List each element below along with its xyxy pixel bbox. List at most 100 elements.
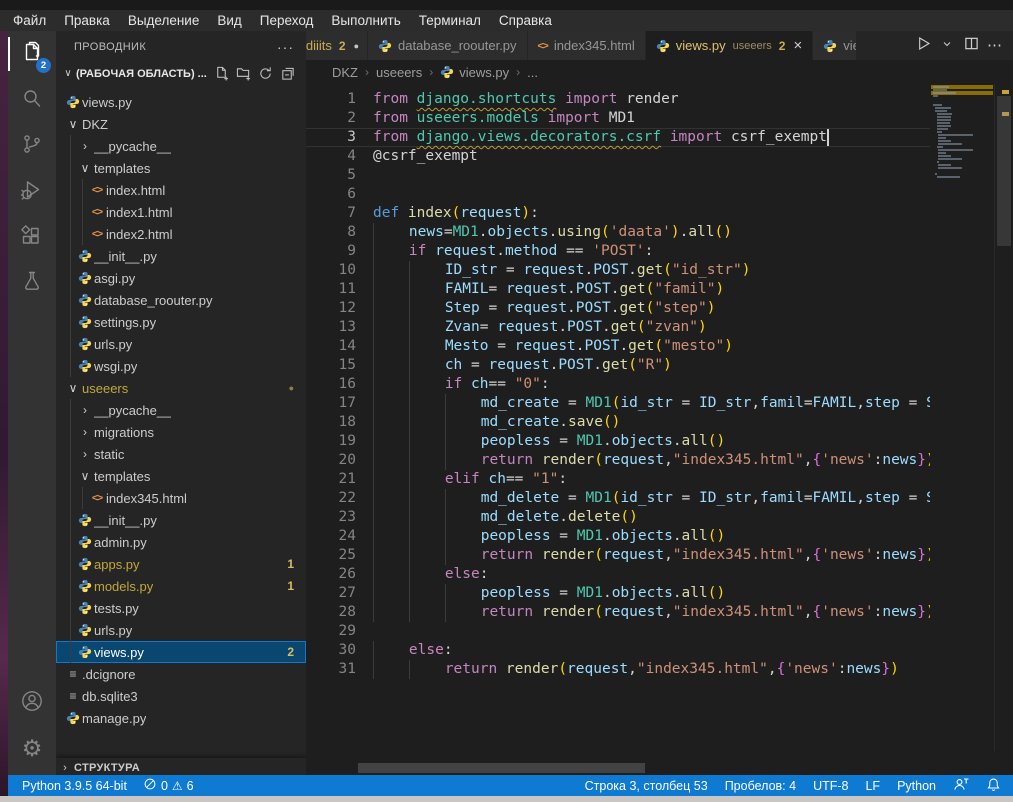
activity-source-control-button[interactable] bbox=[8, 123, 56, 169]
breadcrumb-item-useeers[interactable]: useeers bbox=[376, 65, 422, 80]
vertical-scrollbar-thumb[interactable] bbox=[997, 96, 1011, 246]
code-line-10[interactable]: 10 ID_str = request.POST.get("id_str") bbox=[306, 261, 930, 280]
tree-file-views.py[interactable]: views.py bbox=[56, 91, 306, 113]
activity-search-button[interactable] bbox=[8, 77, 56, 123]
tree-file-urls.py[interactable]: urls.py bbox=[56, 333, 306, 355]
status-problems[interactable]: 0⚠6 bbox=[143, 777, 194, 794]
tree-file-index1.html[interactable]: <>index1.html bbox=[56, 201, 306, 223]
code-line-26[interactable]: 26 else: bbox=[306, 565, 930, 584]
breadcrumb-item-...[interactable]: ... bbox=[527, 65, 538, 80]
code-line-19[interactable]: 19 peopless = MD1.objects.all() bbox=[306, 432, 930, 451]
close-icon[interactable]: × bbox=[793, 38, 802, 53]
tree-file-manage.py[interactable]: manage.py bbox=[56, 707, 306, 729]
activity-explorer-button[interactable]: 2 bbox=[8, 31, 56, 77]
menu-item-Терминал[interactable]: Терминал bbox=[410, 10, 490, 31]
activity-run-debug-button[interactable] bbox=[8, 169, 56, 215]
code-line-6[interactable]: 6 bbox=[306, 185, 930, 204]
status-python-interpreter[interactable]: Python 3.9.5 64-bit bbox=[22, 779, 127, 793]
code-line-13[interactable]: 13 Zvan= request.POST.get("zvan") bbox=[306, 318, 930, 337]
code-line-12[interactable]: 12 Step = request.POST.get("step") bbox=[306, 299, 930, 318]
tree-folder-useeers[interactable]: ∨useeers● bbox=[56, 377, 306, 399]
split-editor-button[interactable] bbox=[959, 34, 983, 58]
code-line-21[interactable]: 21 elif ch== "1": bbox=[306, 470, 930, 489]
activity-testing-button[interactable] bbox=[8, 261, 56, 307]
tree-file-database_roouter.py[interactable]: database_roouter.py bbox=[56, 289, 306, 311]
code-line-16[interactable]: 16 if ch== "0": bbox=[306, 375, 930, 394]
run-button[interactable] bbox=[911, 34, 935, 58]
tree-file-urls.py[interactable]: urls.py bbox=[56, 619, 306, 641]
code-line-9[interactable]: 9 if request.method == 'POST': bbox=[306, 242, 930, 261]
tree-file-asgi.py[interactable]: asgi.py bbox=[56, 267, 306, 289]
tree-file-admin.py[interactable]: admin.py bbox=[56, 531, 306, 553]
menu-item-Выполнить[interactable]: Выполнить bbox=[322, 10, 409, 31]
new-folder-icon[interactable] bbox=[232, 64, 254, 84]
tree-file-db.sqlite3[interactable]: ≡db.sqlite3 bbox=[56, 685, 306, 707]
code-line-5[interactable]: 5 bbox=[306, 166, 930, 185]
tab-vie[interactable]: vie bbox=[813, 31, 857, 60]
tree-file-settings.py[interactable]: settings.py bbox=[56, 311, 306, 333]
code-line-20[interactable]: 20 return render(request,"index345.html"… bbox=[306, 451, 930, 470]
workspace-section-header[interactable]: ∨ (РАБОЧАЯ ОБЛАСТЬ) ... bbox=[56, 62, 306, 85]
tree-file-__init__.py[interactable]: __init__.py bbox=[56, 245, 306, 267]
outline-section-header[interactable]: › СТРУКТУРА bbox=[56, 757, 306, 775]
refresh-icon[interactable] bbox=[254, 64, 276, 84]
tree-file-.dcignore[interactable]: ≡.dcignore bbox=[56, 663, 306, 685]
horizontal-scrollbar-thumb[interactable] bbox=[358, 763, 645, 773]
tree-file-tests.py[interactable]: tests.py bbox=[56, 597, 306, 619]
code-line-3[interactable]: 3from django.views.decorators.csrf impor… bbox=[306, 128, 930, 147]
tree-folder-DKZ[interactable]: ∨DKZ bbox=[56, 113, 306, 135]
code-line-1[interactable]: 1from django.shortcuts import render bbox=[306, 90, 930, 109]
status-indentation[interactable]: Пробелов: 4 bbox=[725, 779, 796, 793]
status-cursor-position[interactable]: Строка 3, столбец 53 bbox=[585, 779, 708, 793]
activity-account-button[interactable] bbox=[8, 680, 56, 726]
tree-folder-static[interactable]: ›static bbox=[56, 443, 306, 465]
code-line-4[interactable]: 4@csrf_exempt bbox=[306, 147, 930, 166]
code-line-17[interactable]: 17 md_create = MD1(id_str = ID_str,famil… bbox=[306, 394, 930, 413]
tree-folder-__pycache__[interactable]: ›__pycache__ bbox=[56, 399, 306, 421]
breadcrumb-item-views.py[interactable]: views.py bbox=[440, 65, 509, 80]
menu-item-Файл[interactable]: Файл bbox=[4, 10, 55, 31]
tree-folder-__pycache__[interactable]: ›__pycache__ bbox=[56, 135, 306, 157]
menu-item-Правка[interactable]: Правка bbox=[55, 10, 119, 31]
minimap[interactable] bbox=[931, 86, 995, 716]
status-feedback-button[interactable] bbox=[953, 776, 969, 795]
tree-file-models.py[interactable]: models.py1 bbox=[56, 575, 306, 597]
code-line-7[interactable]: 7def index(request): bbox=[306, 204, 930, 223]
tree-folder-templates[interactable]: ∨templates bbox=[56, 465, 306, 487]
code-line-22[interactable]: 22 md_delete = MD1(id_str = ID_str,famil… bbox=[306, 489, 930, 508]
tree-file-index.html[interactable]: <>index.html bbox=[56, 179, 306, 201]
collapse-all-icon[interactable] bbox=[276, 64, 298, 84]
code-line-18[interactable]: 18 md_create.save() bbox=[306, 413, 930, 432]
more-actions-button[interactable]: ⋯ bbox=[983, 34, 1007, 58]
tree-file-__init__.py[interactable]: __init__.py bbox=[56, 509, 306, 531]
tree-folder-templates[interactable]: ∨templates bbox=[56, 157, 306, 179]
code-line-11[interactable]: 11 FAMIL= request.POST.get("famil") bbox=[306, 280, 930, 299]
tab-views.py[interactable]: views.pyuseeers2× bbox=[646, 31, 813, 60]
code-line-29[interactable]: 29 bbox=[306, 622, 930, 641]
new-file-icon[interactable] bbox=[210, 64, 232, 84]
tree-file-apps.py[interactable]: apps.py1 bbox=[56, 553, 306, 575]
code-line-14[interactable]: 14 Mesto = request.POST.get("mesto") bbox=[306, 337, 930, 356]
code-line-28[interactable]: 28 return render(request,"index345.html"… bbox=[306, 603, 930, 622]
tab-database_roouter.py[interactable]: database_roouter.py bbox=[368, 31, 528, 60]
status-encoding[interactable]: UTF-8 bbox=[813, 779, 848, 793]
menu-item-Вид[interactable]: Вид bbox=[208, 10, 250, 31]
sidebar-more-actions-icon[interactable]: ··· bbox=[277, 39, 294, 55]
code-line-25[interactable]: 25 return render(request,"index345.html"… bbox=[306, 546, 930, 565]
status-bell-button[interactable] bbox=[986, 777, 1001, 795]
tab-index345.html[interactable]: <>index345.html bbox=[528, 31, 646, 60]
tab-diiits[interactable]: diiits2● bbox=[306, 31, 368, 60]
vertical-scrollbar[interactable] bbox=[994, 84, 1013, 751]
code-line-31[interactable]: 31 return render(request,"index345.html"… bbox=[306, 660, 930, 679]
menu-item-Справка[interactable]: Справка bbox=[490, 10, 561, 31]
breadcrumb-item-DKZ[interactable]: DKZ bbox=[332, 65, 358, 80]
code-line-2[interactable]: 2from useeers.models import MD1 bbox=[306, 109, 930, 128]
tree-folder-migrations[interactable]: ›migrations bbox=[56, 421, 306, 443]
code-line-24[interactable]: 24 peopless = MD1.objects.all() bbox=[306, 527, 930, 546]
menu-item-Выделение[interactable]: Выделение bbox=[119, 10, 209, 31]
menu-item-Переход[interactable]: Переход bbox=[251, 10, 323, 31]
code-line-27[interactable]: 27 peopless = MD1.objects.all() bbox=[306, 584, 930, 603]
run-dropdown-button[interactable] bbox=[935, 34, 959, 58]
activity-settings-button[interactable]: ⚙ bbox=[8, 726, 56, 772]
tree-file-wsgi.py[interactable]: wsgi.py bbox=[56, 355, 306, 377]
